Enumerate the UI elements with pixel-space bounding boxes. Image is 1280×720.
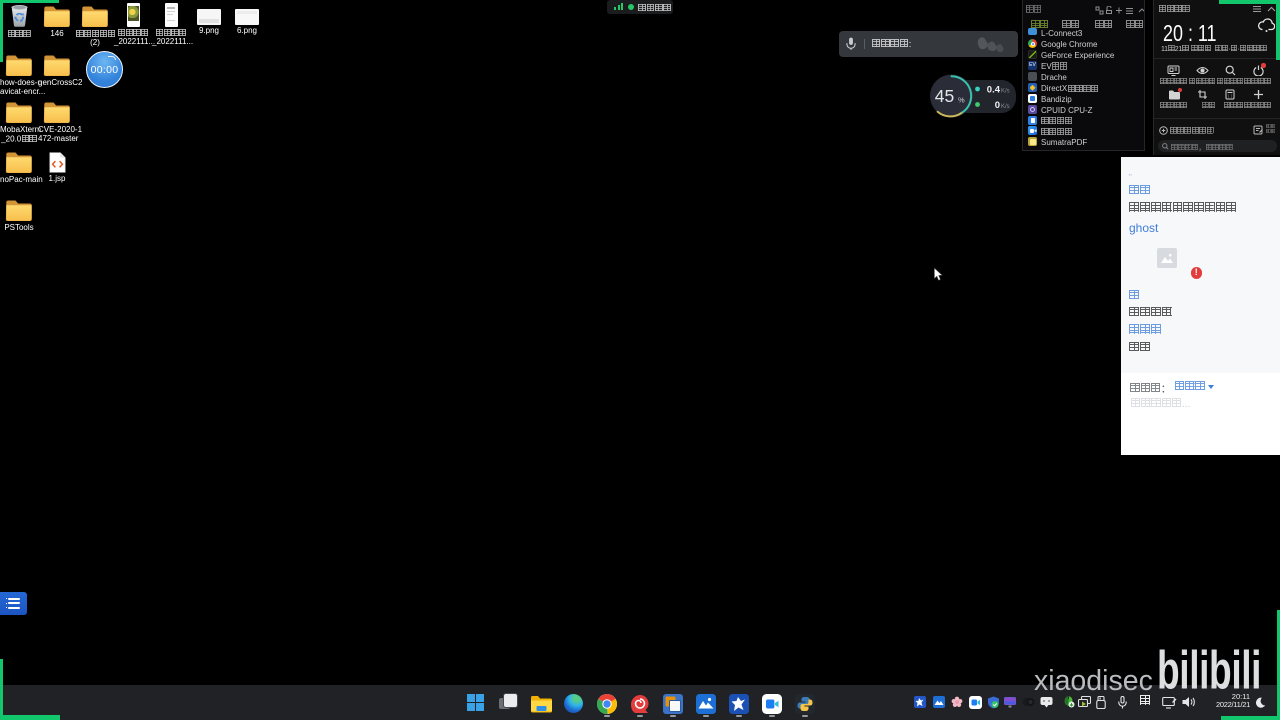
svg-text:K/s: K/s [1001,89,1010,95]
svg-text:0.4: 0.4 [987,85,1001,96]
svg-text:K/s: K/s [1001,104,1010,110]
svg-text:0: 0 [995,100,1000,111]
svg-text:%: % [958,96,965,105]
svg-text:45: 45 [935,86,954,106]
